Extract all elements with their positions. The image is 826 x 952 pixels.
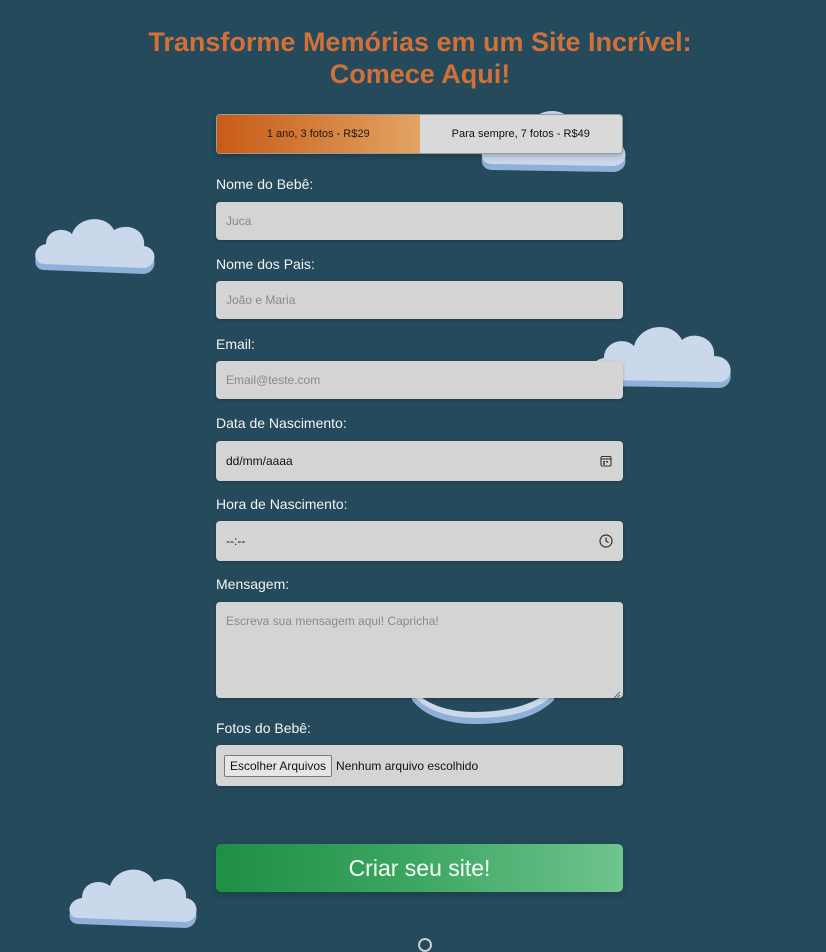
page-title-line-1: Transforme Memórias em um Site Incrível:	[148, 27, 692, 57]
email-placeholder: Email@teste.com	[226, 373, 321, 387]
birth-time-input[interactable]: --:--	[216, 521, 623, 561]
clock-icon[interactable]	[599, 534, 613, 548]
plan-option-1-year[interactable]: 1 ano, 3 fotos - R$29	[217, 115, 420, 153]
baby-name-input[interactable]: Juca	[216, 202, 623, 240]
plan-selector: 1 ano, 3 fotos - R$29 Para sempre, 7 fot…	[216, 114, 623, 154]
loading-indicator	[418, 938, 432, 952]
page-title-line-2: Comece Aqui!	[329, 59, 511, 89]
birth-time-value: --:--	[226, 534, 246, 548]
page-title: Transforme Memórias em um Site Incrível:…	[60, 26, 780, 90]
message-textarea[interactable]: Escreva sua mensagem aqui! Capricha!	[216, 602, 623, 699]
choose-files-button[interactable]: Escolher Arquivos	[224, 754, 333, 777]
calendar-icon[interactable]	[599, 454, 613, 468]
parents-name-input[interactable]: João e Maria	[216, 281, 623, 319]
birth-time-label: Hora de Nascimento:	[216, 496, 348, 512]
parents-name-placeholder: João e Maria	[226, 293, 296, 307]
cloud-decoration-bottom-left	[68, 864, 200, 936]
message-label: Mensagem:	[216, 576, 290, 592]
parents-name-label: Nome dos Pais:	[216, 256, 315, 272]
create-site-button[interactable]: Criar seu site!	[216, 844, 623, 892]
birth-date-input[interactable]: dd/mm/aaaa	[216, 441, 623, 481]
birth-date-value: dd/mm/aaaa	[226, 454, 293, 468]
photos-label: Fotos do Bebê:	[216, 720, 311, 736]
plan-option-forever[interactable]: Para sempre, 7 fotos - R$49	[419, 115, 622, 153]
cloud-decoration-left	[34, 214, 158, 282]
file-status-text: Nenhum arquivo escolhido	[336, 758, 479, 773]
message-placeholder: Escreva sua mensagem aqui! Capricha!	[226, 614, 439, 628]
baby-name-placeholder: Juca	[226, 214, 252, 228]
email-input[interactable]: Email@teste.com	[216, 361, 623, 399]
resize-grip-icon[interactable]	[613, 688, 621, 699]
baby-name-label: Nome do Bebê:	[216, 176, 314, 192]
photos-file-input[interactable]: Escolher Arquivos Nenhum arquivo escolhi…	[216, 745, 623, 786]
birth-date-label: Data de Nascimento:	[216, 415, 347, 431]
email-label: Email:	[216, 336, 255, 352]
